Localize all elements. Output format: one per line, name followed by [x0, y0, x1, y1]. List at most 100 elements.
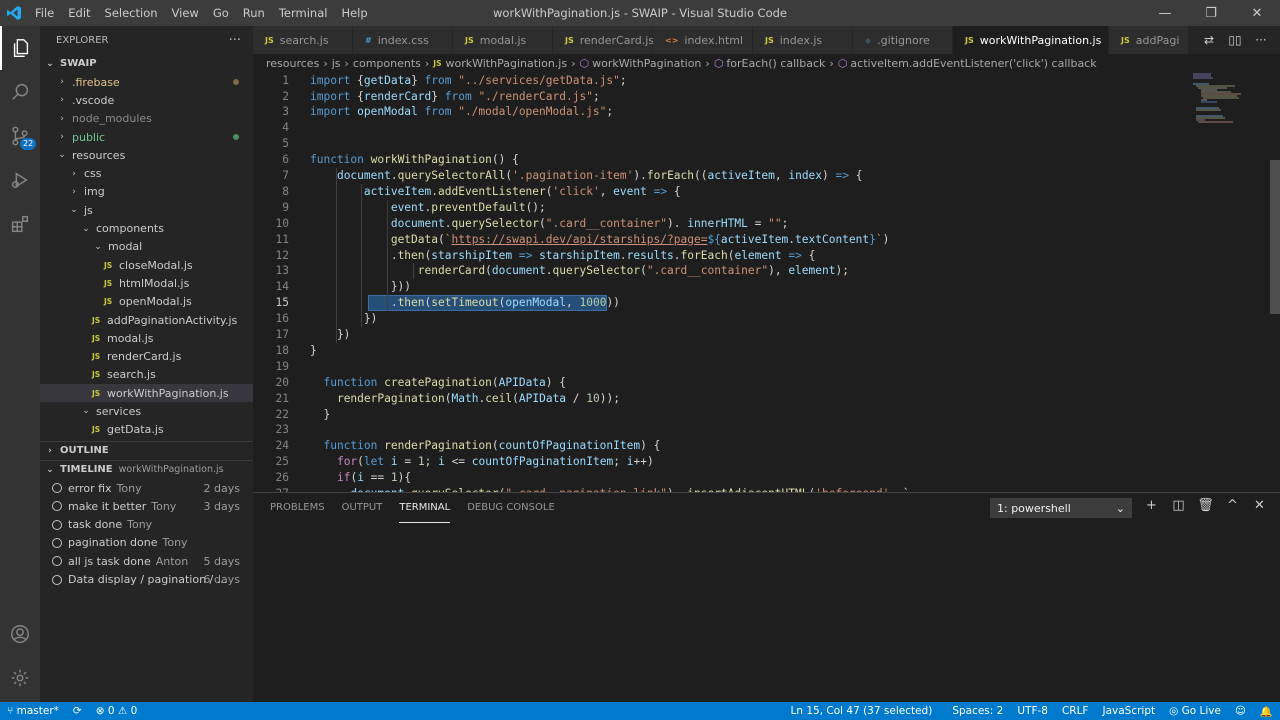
- encoding[interactable]: UTF-8: [1010, 705, 1055, 717]
- file-item[interactable]: JS openModal.js: [40, 293, 253, 311]
- timeline-message: all js task done: [68, 554, 151, 568]
- timeline-item[interactable]: task done Tony: [40, 516, 253, 534]
- close-window-icon[interactable]: ✕: [1234, 0, 1280, 26]
- breadcrumb-item[interactable]: workWithPagination: [592, 57, 701, 70]
- breadcrumb-item[interactable]: components: [353, 57, 421, 70]
- editor-tab[interactable]: JS renderCard.js: [553, 26, 654, 54]
- breadcrumb-item[interactable]: activeItem.addEventListener('click') cal…: [850, 57, 1096, 70]
- timeline-item[interactable]: pagination done Tony: [40, 534, 253, 552]
- folder-item[interactable]: › .firebase: [40, 73, 253, 91]
- folder-item[interactable]: › img: [40, 183, 253, 201]
- timeline-section[interactable]: ⌄ TIMELINE workWithPagination.js: [40, 459, 253, 479]
- terminal-select[interactable]: 1: powershell ⌄: [990, 498, 1132, 518]
- open-changes-icon[interactable]: ⇄: [1196, 33, 1222, 47]
- editor-tab[interactable]: <> index.html: [653, 26, 753, 54]
- menu-item-selection[interactable]: Selection: [98, 0, 165, 26]
- code-token: (: [545, 184, 553, 198]
- editor-tab[interactable]: # index.css: [353, 26, 453, 54]
- folder-item[interactable]: ⌄ components: [40, 219, 253, 237]
- folder-item[interactable]: › node_modules: [40, 110, 253, 128]
- search-activity[interactable]: [0, 70, 40, 114]
- folder-item[interactable]: › css: [40, 164, 253, 182]
- extensions-activity[interactable]: [0, 202, 40, 246]
- menu-item-go[interactable]: Go: [206, 0, 236, 26]
- code-token: renderCard: [363, 89, 432, 103]
- editor-tab[interactable]: JSworkWithPagination.js✕: [953, 26, 1119, 54]
- source-control-activity[interactable]: 22: [0, 114, 40, 158]
- panel-tab-problems[interactable]: PROBLEMS: [270, 493, 325, 523]
- manage-activity[interactable]: [0, 656, 40, 700]
- maximize-panel-icon[interactable]: ^: [1219, 498, 1246, 513]
- minimap[interactable]: [1193, 72, 1273, 132]
- trash-icon[interactable]: 🗑: [1192, 498, 1219, 513]
- new-terminal-icon[interactable]: +: [1138, 498, 1165, 513]
- timeline-item[interactable]: Data display / pagination / ... 6 days: [40, 570, 253, 588]
- vertical-scrollbar[interactable]: [1270, 160, 1280, 314]
- menu-item-run[interactable]: Run: [236, 0, 272, 26]
- sync-icon[interactable]: ⟳: [66, 705, 89, 717]
- panel-tab-debug-console[interactable]: DEBUG CONSOLE: [467, 493, 555, 523]
- split-editor-icon[interactable]: ▯▯: [1222, 33, 1248, 47]
- file-item[interactable]: JS search.js: [40, 366, 253, 384]
- run-debug-activity[interactable]: [0, 158, 40, 202]
- close-panel-icon[interactable]: ✕: [1246, 498, 1273, 513]
- file-item[interactable]: JS addPaginationActivity.js: [40, 311, 253, 329]
- folder-item[interactable]: ⌄ services: [40, 402, 253, 420]
- feedback-icon[interactable]: ☺: [1228, 705, 1253, 717]
- breadcrumb-item[interactable]: workWithPagination.js: [446, 57, 568, 70]
- more-actions-icon[interactable]: ···: [229, 33, 241, 48]
- notifications-icon[interactable]: 🔔: [1253, 705, 1280, 718]
- menu-item-file[interactable]: File: [28, 0, 61, 26]
- menu-item-edit[interactable]: Edit: [61, 0, 97, 26]
- timeline-item[interactable]: all js task done Anton 5 days: [40, 552, 253, 570]
- menu-item-view[interactable]: View: [165, 0, 206, 26]
- folder-item[interactable]: ⌄ js: [40, 201, 253, 219]
- file-item[interactable]: JS getData.js: [40, 421, 253, 439]
- accounts-activity[interactable]: [0, 612, 40, 656]
- restore-icon[interactable]: ❐: [1188, 0, 1234, 26]
- code-line: 6 function workWithPagination() {: [253, 152, 1253, 168]
- editor-tab[interactable]: JS modal.js: [453, 26, 553, 54]
- more-actions-icon[interactable]: ···: [1248, 33, 1274, 47]
- breadcrumb-item[interactable]: js: [332, 57, 341, 70]
- end-of-line[interactable]: CRLF: [1055, 705, 1096, 717]
- folder-item[interactable]: ⌄ modal: [40, 238, 253, 256]
- editor-tab[interactable]: JS index.js: [753, 26, 853, 54]
- explorer-activity[interactable]: [0, 26, 40, 70]
- problems-item[interactable]: ⊗ 0 ⚠ 0: [89, 705, 145, 717]
- editor-tab[interactable]: ◆ .gitignore: [853, 26, 953, 54]
- code-text: if(i == 1){: [310, 470, 411, 486]
- breadcrumb-item[interactable]: forEach() callback: [726, 57, 825, 70]
- timeline-item[interactable]: make it better Tony 3 days: [40, 497, 253, 515]
- file-item[interactable]: JS workWithPagination.js: [40, 384, 253, 403]
- file-item[interactable]: JS renderCard.js: [40, 347, 253, 365]
- code-editor[interactable]: 1 import {getData} from "../services/getD…: [253, 72, 1280, 492]
- code-line: 2 import {renderCard} from "./renderCard.…: [253, 89, 1253, 105]
- panel-tab-terminal[interactable]: TERMINAL: [399, 493, 451, 523]
- split-terminal-icon[interactable]: ◫: [1165, 498, 1192, 513]
- file-item[interactable]: JS closeModal.js: [40, 256, 253, 274]
- menu-item-help[interactable]: Help: [334, 0, 374, 26]
- tab-label: search.js: [279, 33, 329, 47]
- timeline-item[interactable]: error fix Tony 2 days: [40, 479, 253, 497]
- folder-item[interactable]: › public: [40, 128, 253, 146]
- minimize-icon[interactable]: —: [1142, 0, 1188, 26]
- go-live-item[interactable]: ◎ Go Live: [1162, 705, 1228, 717]
- workspace-root[interactable]: ⌄ SWAIP: [40, 54, 253, 73]
- menu-item-terminal[interactable]: Terminal: [272, 0, 335, 26]
- file-item[interactable]: JS modal.js: [40, 329, 253, 347]
- folder-item[interactable]: ⌄ resources: [40, 146, 253, 164]
- editor-tab[interactable]: JS addPagi: [1109, 26, 1189, 54]
- chevron-right-icon: ›: [571, 56, 576, 70]
- indentation[interactable]: Spaces: 2: [945, 705, 1010, 717]
- folder-item[interactable]: › .vscode: [40, 91, 253, 109]
- editor-tab[interactable]: JS search.js: [253, 26, 353, 54]
- timeline-time: 3 days: [203, 499, 240, 513]
- branch-item[interactable]: ⑂ master*: [0, 705, 66, 717]
- panel-tab-output[interactable]: OUTPUT: [342, 493, 383, 523]
- cursor-position[interactable]: Ln 15, Col 47 (37 selected): [784, 705, 940, 717]
- file-item[interactable]: JS htmlModal.js: [40, 274, 253, 292]
- language-mode[interactable]: JavaScript: [1095, 705, 1162, 717]
- outline-section[interactable]: › OUTLINE: [40, 440, 253, 460]
- breadcrumb-item[interactable]: resources: [266, 57, 319, 70]
